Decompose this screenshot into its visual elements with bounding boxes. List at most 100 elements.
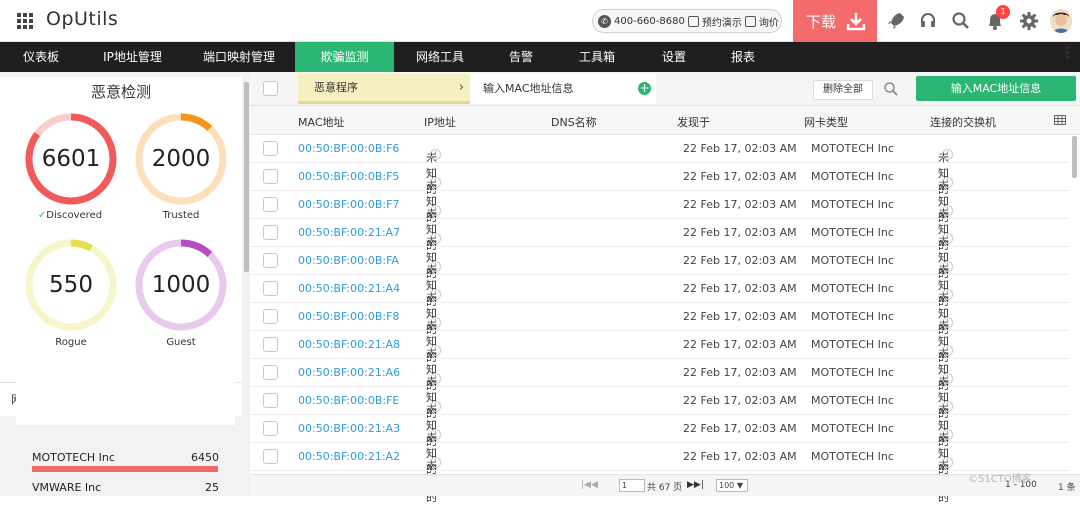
info-icon[interactable]: ! [942,149,953,160]
row-checkbox[interactable] [263,365,278,380]
app-grid-icon[interactable] [17,13,33,29]
phone-number[interactable]: 400-660-8680 [614,16,685,27]
col-switch[interactable]: 连接的交换机 [930,114,996,130]
info-icon[interactable]: ! [942,345,953,356]
submenu-rogue-programs[interactable]: 恶意程序 › [298,74,470,104]
row-checkbox[interactable] [263,197,278,212]
info-icon[interactable]: ! [942,317,953,328]
table-row[interactable]: 00:50:BF:00:0B:FE 未知的! 22 Feb 17, 02:03 AM… [250,387,1068,448]
column-chooser-icon[interactable] [1054,114,1066,126]
mac-link[interactable]: 00:50:BF:00:0B:F6 [298,142,399,155]
next-page-icon[interactable]: ▶▶| [687,480,704,490]
gauge-rogue[interactable]: 550 [24,238,118,332]
row-checkbox[interactable] [263,141,278,156]
info-icon[interactable]: ! [942,177,953,188]
nav-toolbox[interactable]: 工具箱 [556,42,638,72]
mac-link[interactable]: 00:50:BF:00:0B:F7 [298,198,399,211]
row-checkbox[interactable] [263,393,278,408]
table-row[interactable]: 00:50:BF:00:21:A4 未知的! 22 Feb 17, 02:03 AM… [250,275,1068,336]
col-dns[interactable]: DNS名称 [551,114,597,130]
info-icon[interactable]: ! [430,401,441,412]
inquiry-link[interactable]: 询价 [759,14,779,29]
sidebar-scrollbar[interactable] [244,82,249,272]
delete-all-button[interactable]: 删除全部 [813,80,873,100]
add-mac-button[interactable]: 输入MAC地址信息 [916,76,1076,101]
table-row[interactable]: 00:50:BF:00:0B:FA 未知的! 22 Feb 17, 02:03 AM… [250,247,1068,308]
submenu-enter-mac[interactable]: 输入MAC地址信息 + [470,74,656,104]
mac-link[interactable]: 00:50:BF:00:21:A3 [298,422,400,435]
nav-settings[interactable]: 设置 [638,42,710,72]
row-checkbox[interactable] [263,253,278,268]
row-checkbox[interactable] [263,169,278,184]
table-search-icon[interactable] [883,81,899,97]
info-icon[interactable]: ! [942,233,953,244]
mac-link[interactable]: 00:50:BF:00:0B:F5 [298,170,399,183]
user-avatar[interactable] [1050,9,1072,33]
page-input[interactable]: 1 [619,479,645,492]
table-row[interactable]: 00:50:BF:00:0B:F7 未知的! 22 Feb 17, 02:03 AM… [250,191,1068,252]
info-icon[interactable]: ! [942,289,953,300]
mac-link[interactable]: 00:50:BF:00:0B:F8 [298,310,399,323]
mac-link[interactable]: 00:50:BF:00:21:A2 [298,450,400,463]
col-ip[interactable]: IP地址 [424,114,456,130]
info-icon[interactable]: ! [942,457,953,468]
table-scrollbar[interactable] [1072,136,1077,178]
col-vendor[interactable]: 网卡类型 [804,114,848,130]
table-row[interactable]: 00:50:BF:00:0B:F5 未知的! 22 Feb 17, 02:03 AM… [250,163,1068,224]
select-all-checkbox[interactable] [263,81,278,96]
row-checkbox[interactable] [263,225,278,240]
info-icon[interactable]: ! [942,261,953,272]
search-icon[interactable] [951,11,971,31]
info-icon[interactable]: ! [430,177,441,188]
info-icon[interactable]: ! [430,149,441,160]
rocket-icon[interactable] [886,11,906,31]
table-row[interactable]: 00:50:BF:00:0B:F6 未知的! 22 Feb 17, 02:03 AM… [250,135,1068,196]
nav-rogue-detection[interactable]: 欺骗监测 [295,42,394,72]
info-icon[interactable]: ! [430,429,441,440]
table-row[interactable]: 00:50:BF:00:21:A6 未知的! 22 Feb 17, 02:03 AM… [250,359,1068,420]
mac-link[interactable]: 00:50:BF:00:21:A6 [298,366,400,379]
info-icon[interactable]: ! [430,317,441,328]
table-row[interactable]: 00:50:BF:00:0B:F8 未知的! 22 Feb 17, 02:03 AM… [250,303,1068,364]
gauge-guest[interactable]: 1000 [134,238,228,332]
col-mac[interactable]: MAC地址 [298,114,345,130]
app-logo[interactable]: OpUtils [46,8,118,30]
info-icon[interactable]: ! [430,233,441,244]
mac-link[interactable]: 00:50:BF:00:21:A8 [298,338,400,351]
info-icon[interactable]: ! [430,289,441,300]
table-row[interactable]: 00:50:BF:00:21:A2未知的!22 Feb 17, 02:03 AM… [250,443,1068,504]
table-row[interactable]: 00:50:BF:00:21:A3 未知的! 22 Feb 17, 02:03 AM… [250,415,1068,476]
mac-link[interactable]: 00:50:BF:00:0B:FA [298,254,399,267]
row-checkbox[interactable] [263,421,278,436]
info-icon[interactable]: ! [430,261,441,272]
nav-port-mapping[interactable]: 端口映射管理 [183,42,295,72]
nav-alarms[interactable]: 告警 [486,42,556,72]
demo-link[interactable]: 预约演示 [702,14,742,29]
download-button[interactable]: 下载 [793,0,877,42]
info-icon[interactable]: ! [430,457,441,468]
gauge-discovered[interactable]: 6601 [24,112,118,206]
info-icon[interactable]: ! [430,345,441,356]
info-icon[interactable]: ! [430,205,441,216]
info-icon[interactable]: ! [942,401,953,412]
first-page-icon[interactable]: |◀◀ [581,480,598,490]
nav-ip-address-management[interactable]: IP地址管理 [82,42,183,72]
mac-link[interactable]: 00:50:BF:00:0B:FE [298,394,399,407]
gauge-trusted[interactable]: 2000 [134,112,228,206]
add-icon[interactable]: + [638,82,651,95]
page-size-select[interactable]: 100 ▼ [716,479,748,492]
info-icon[interactable]: ! [942,373,953,384]
row-checkbox[interactable] [263,449,278,464]
info-icon[interactable]: ! [942,205,953,216]
more-options-icon[interactable] [1066,46,1070,64]
col-found[interactable]: 发现于 [677,114,710,130]
headset-icon[interactable] [918,11,938,31]
table-row[interactable]: 00:50:BF:00:21:A8 未知的! 22 Feb 17, 02:03 AM… [250,331,1068,392]
nav-dashboard[interactable]: 仪表板 [0,42,82,72]
mac-link[interactable]: 00:50:BF:00:21:A7 [298,226,400,239]
mac-link[interactable]: 00:50:BF:00:21:A4 [298,282,400,295]
row-checkbox[interactable] [263,337,278,352]
nav-network-tools[interactable]: 网络工具 [394,42,486,72]
info-icon[interactable]: ! [430,373,441,384]
gear-icon[interactable] [1019,11,1039,31]
